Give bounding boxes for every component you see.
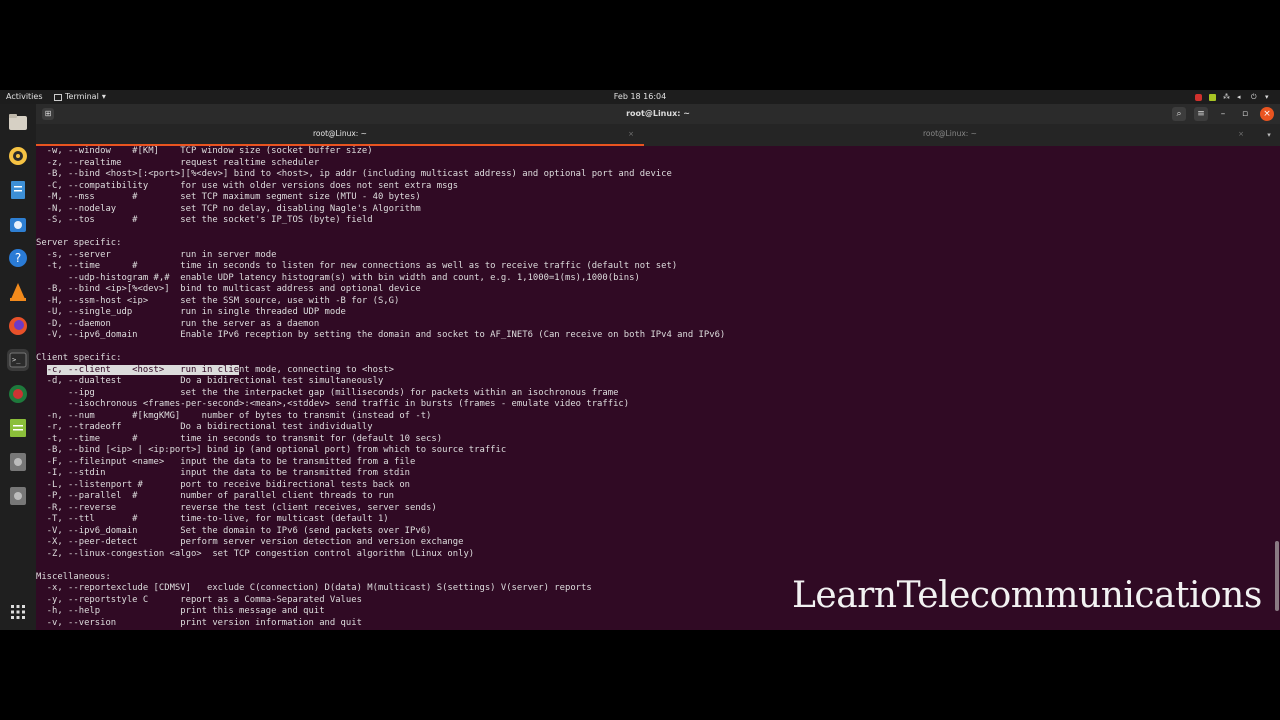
vlc-icon[interactable] — [7, 281, 29, 303]
disc-icon[interactable] — [7, 485, 29, 507]
terminal-line: -I, --stdin input the data to be transmi… — [36, 468, 411, 478]
help-icon[interactable]: ? — [7, 247, 29, 269]
terminal-line: -B, --bind <ip>[%<dev>] bind to multicas… — [36, 284, 421, 294]
window-title: root@Linux: ~ — [626, 109, 690, 118]
terminal-line: -r, --tradeoff Do a bidirectional test i… — [36, 422, 373, 432]
terminal-line: -h, --help print this message and quit — [36, 606, 325, 616]
minimize-icon[interactable]: – — [1216, 107, 1230, 121]
files-icon[interactable] — [7, 111, 29, 133]
terminal-line: -F, --fileinput <name> input the data to… — [36, 456, 416, 467]
terminal-line: -t, --time # time in seconds to transmit… — [36, 433, 443, 444]
top-bar: Activities Terminal ▾ Feb 18 16:04 ⁂ ◂ ⏻… — [0, 90, 1280, 104]
terminal-line: -s, --server run in server mode — [36, 249, 277, 260]
line-prefix — [36, 365, 47, 375]
terminal-scrollbar[interactable] — [1272, 146, 1280, 630]
terminal-line: -V, --ipv6_domain Enable IPv6 reception … — [36, 330, 726, 340]
watermark-logo: LearnTelecommunications — [792, 575, 1262, 616]
menu-icon[interactable]: ≡ — [1194, 107, 1208, 121]
terminal-line: -T, --ttl # time-to-live, for multicast … — [36, 514, 389, 524]
terminal-line: -S, --tos # set the socket's IP_TOS (byt… — [36, 215, 373, 225]
terminal-line: Client specific: — [36, 353, 122, 363]
terminal-line: --isochronous <frames-per-second>:<mean>… — [36, 399, 630, 409]
software-icon[interactable] — [7, 213, 29, 235]
terminal-line: Miscellaneous: — [36, 571, 111, 582]
svg-text:>_: >_ — [12, 356, 21, 364]
terminal-line: -t, --time # time in seconds to listen f… — [36, 261, 678, 271]
terminal-line: -D, --daemon run the server as a daemon — [36, 318, 320, 329]
terminal-line: --udp-histogram #,# enable UDP latency h… — [36, 272, 640, 283]
terminal-line: -L, --listenport # port to receive bidir… — [36, 479, 411, 490]
terminal-line: --ipg set the the interpacket gap (milli… — [36, 387, 619, 398]
firefox-icon[interactable] — [7, 315, 29, 337]
terminal-line: -H, --ssm-host <ip> set the SSM source, … — [36, 295, 400, 306]
terminal-line: -z, --realtime request realtime schedule… — [36, 157, 320, 168]
tab-close-icon[interactable]: × — [1238, 124, 1244, 144]
line-suffix: nt mode, connecting to <host> — [239, 364, 394, 375]
tab-label: root@Linux: ~ — [923, 129, 977, 138]
network-icon[interactable]: ⁂ — [1223, 93, 1230, 101]
browser-icon[interactable] — [7, 383, 29, 405]
terminal-line: -n, --num #[kmgKMG] number of bytes to t… — [36, 410, 432, 421]
record-icon[interactable] — [1195, 93, 1202, 101]
terminal-line: -B, --bind [<ip> | <ip:port>] bind ip (a… — [36, 445, 507, 455]
terminal-line: -R, --reverse reverse the test (client r… — [36, 502, 437, 513]
terminal-line: -w, --window #[KM] TCP window size (sock… — [36, 146, 373, 156]
terminal-icon — [54, 93, 62, 101]
tab-bar: root@Linux: ~ × root@Linux: ~ × ▾ — [36, 124, 1280, 146]
terminal-line: -v, --version print version information … — [36, 617, 362, 628]
maximize-icon[interactable]: ▫ — [1238, 107, 1252, 121]
terminal-line: -Z, --linux-congestion <algo> set TCP co… — [36, 548, 475, 559]
text-editor-icon[interactable] — [7, 417, 29, 439]
terminal-line: -X, --peer-detect perform server version… — [36, 537, 464, 547]
terminal-line: -V, --ipv6_domain Set the domain to IPv6… — [36, 525, 432, 536]
app-menu-label: Terminal — [65, 92, 99, 101]
terminal-line: -x, --reportexclude [CDMSV] exclude C(co… — [36, 583, 592, 593]
terminal-selected-line[interactable]: -c, --client <host> run in client mode, … — [36, 364, 725, 377]
window-titlebar[interactable]: ⊞ root@Linux: ~ ⌕ ≡ – ▫ × — [36, 104, 1280, 124]
writer-icon[interactable] — [7, 179, 29, 201]
terminal-output[interactable]: -w, --window #[KM] TCP window size (sock… — [36, 146, 1272, 630]
clock[interactable]: Feb 18 16:04 — [614, 92, 666, 101]
svg-text:?: ? — [15, 251, 21, 265]
desktop-screen: Activities Terminal ▾ Feb 18 16:04 ⁂ ◂ ⏻… — [0, 90, 1280, 630]
terminal-window: ⊞ root@Linux: ~ ⌕ ≡ – ▫ × root@Linux: ~ … — [36, 104, 1280, 630]
tab-root-2[interactable]: root@Linux: ~ × — [646, 124, 1254, 146]
terminal-line: -C, --compatibility for use with older v… — [36, 180, 459, 191]
dock: ? >_ — [0, 104, 36, 630]
notes-icon[interactable] — [1209, 93, 1216, 101]
terminal-icon[interactable]: >_ — [7, 349, 29, 371]
terminal-line: -P, --parallel # number of parallel clie… — [36, 491, 394, 501]
terminal-line: -M, --mss # set TCP maximum segment size… — [36, 192, 421, 202]
close-icon[interactable]: × — [1260, 107, 1274, 121]
system-tray[interactable]: ⁂ ◂ ⏻ ▾ — [1195, 90, 1272, 104]
terminal-line: Server specific: — [36, 238, 122, 248]
new-tab-icon[interactable]: ⊞ — [42, 108, 54, 120]
chevron-down-icon[interactable]: ▾ — [1265, 93, 1272, 101]
terminal-text: -w, --window #[KM] TCP window size (sock… — [36, 146, 725, 629]
chevron-down-icon: ▾ — [101, 92, 106, 101]
disc-icon[interactable] — [7, 451, 29, 473]
terminal-line: -y, --reportstyle C report as a Comma-Se… — [36, 594, 362, 605]
terminal-line: -N, --nodelay set TCP no delay, disablin… — [36, 203, 421, 214]
text-selection[interactable]: -c, --client <host> run in clie — [46, 364, 240, 375]
search-icon[interactable]: ⌕ — [1172, 107, 1186, 121]
apps-grid-icon[interactable] — [7, 601, 29, 623]
tab-label: root@Linux: ~ — [313, 129, 367, 138]
terminal-line: -d, --dualtest Do a bidirectional test s… — [36, 376, 384, 386]
tab-root-1[interactable]: root@Linux: ~ × — [36, 124, 644, 146]
activities-button[interactable]: Activities — [6, 90, 43, 104]
volume-icon[interactable]: ◂ — [1237, 93, 1244, 101]
app-menu[interactable]: Terminal ▾ — [54, 90, 106, 104]
rhythmbox-icon[interactable] — [7, 145, 29, 167]
power-icon[interactable]: ⏻ — [1251, 93, 1258, 101]
tab-close-icon[interactable]: × — [628, 124, 634, 144]
scrollbar-thumb[interactable] — [1275, 541, 1279, 611]
tab-menu-icon[interactable]: ▾ — [1262, 124, 1276, 146]
terminal-line: -B, --bind <host>[:<port>][%<dev>] bind … — [36, 169, 672, 179]
terminal-line: -U, --single_udp run in single threaded … — [36, 307, 346, 317]
